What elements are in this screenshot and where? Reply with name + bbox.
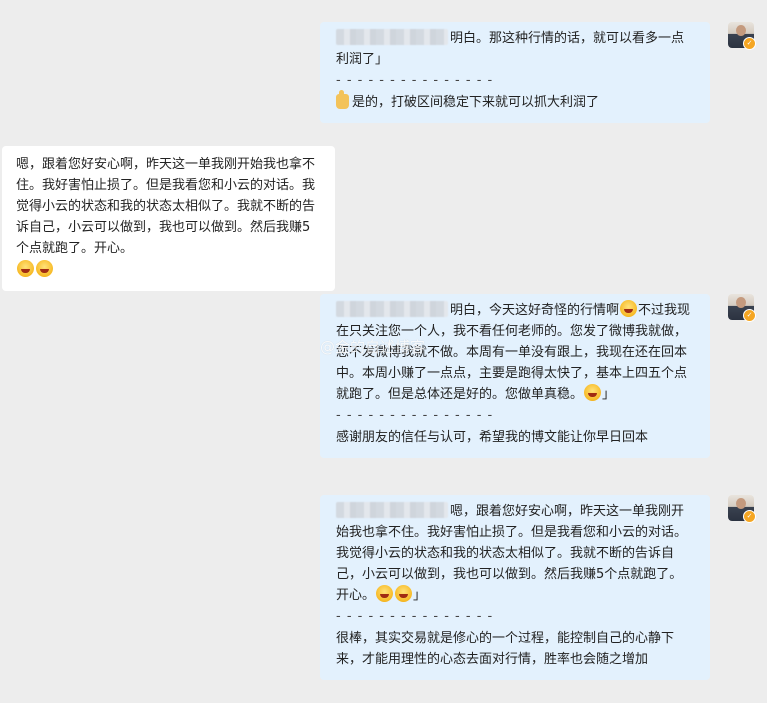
grin-emoji-icon xyxy=(376,585,394,602)
verified-badge-icon: ✓ xyxy=(743,309,756,322)
quoted-message: 嗯，跟着您好安心啊，昨天这一单我刚开始我也拿不住。我好害怕止损了。但是我看您和小… xyxy=(336,502,688,603)
quote-text: 明白，今天这好奇怪的行情啊 xyxy=(450,303,620,318)
message-bubble-4[interactable]: 嗯，跟着您好安心啊，昨天这一单我刚开始我也拿不住。我好害怕止损了。但是我看您和小… xyxy=(320,495,710,680)
verified-badge-icon: ✓ xyxy=(743,510,756,523)
blurred-username xyxy=(336,502,448,518)
verified-badge-icon: ✓ xyxy=(743,37,756,50)
avatar[interactable]: ✓ xyxy=(728,22,756,50)
quoted-message: 明白，今天这好奇怪的行情啊 不过我现在只关注您一个人，我不看任何老师的。您发了微博… xyxy=(336,300,694,405)
message-bubble-3[interactable]: 明白，今天这好奇怪的行情啊 不过我现在只关注您一个人，我不看任何老师的。您发了微博… xyxy=(320,294,710,458)
avatar[interactable]: ✓ xyxy=(728,495,756,523)
thumbs-up-icon xyxy=(336,90,349,109)
separator-line: - - - - - - - - - - - - - - - xyxy=(336,73,494,88)
laugh-cry-emoji-icon xyxy=(584,384,602,401)
laugh-cry-emoji-icon xyxy=(620,300,638,317)
grin-emoji-icon xyxy=(395,585,413,602)
quoted-message: 明白。那这种行情的话，就可以看多一点利润了」 xyxy=(336,28,694,70)
grin-emoji-icon xyxy=(17,260,34,277)
message-bubble-1[interactable]: 明白。那这种行情的话，就可以看多一点利润了」 - - - - - - - - -… xyxy=(320,22,710,123)
separator-line: - - - - - - - - - - - - - - - xyxy=(336,609,494,624)
blurred-username xyxy=(336,301,448,317)
separator-line: - - - - - - - - - - - - - - - xyxy=(336,408,494,423)
reply-text: 很棒，其实交易就是修心的一个过程，能控制自己的心静下来，才能用理性的心态去面对行… xyxy=(336,631,675,667)
grin-emoji-icon xyxy=(36,260,53,277)
reply-text: 感谢朋友的信任与认可，希望我的博文能让你早日回本 xyxy=(336,430,649,445)
message-text: 嗯，跟着您好安心啊，昨天这一单我刚开始我也拿不住。我好害怕止损了。但是我看您和小… xyxy=(16,157,316,256)
reply-text-row: 是的，打破区间稳定下来就可以抓大利润了 xyxy=(336,90,694,113)
blurred-username xyxy=(336,29,448,45)
avatar[interactable]: ✓ xyxy=(728,294,756,322)
message-bubble-2[interactable]: 嗯，跟着您好安心啊，昨天这一单我刚开始我也拿不住。我好害怕止损了。但是我看您和小… xyxy=(2,146,335,291)
reply-text: 是的，打破区间稳定下来就可以抓大利润了 xyxy=(352,95,600,110)
